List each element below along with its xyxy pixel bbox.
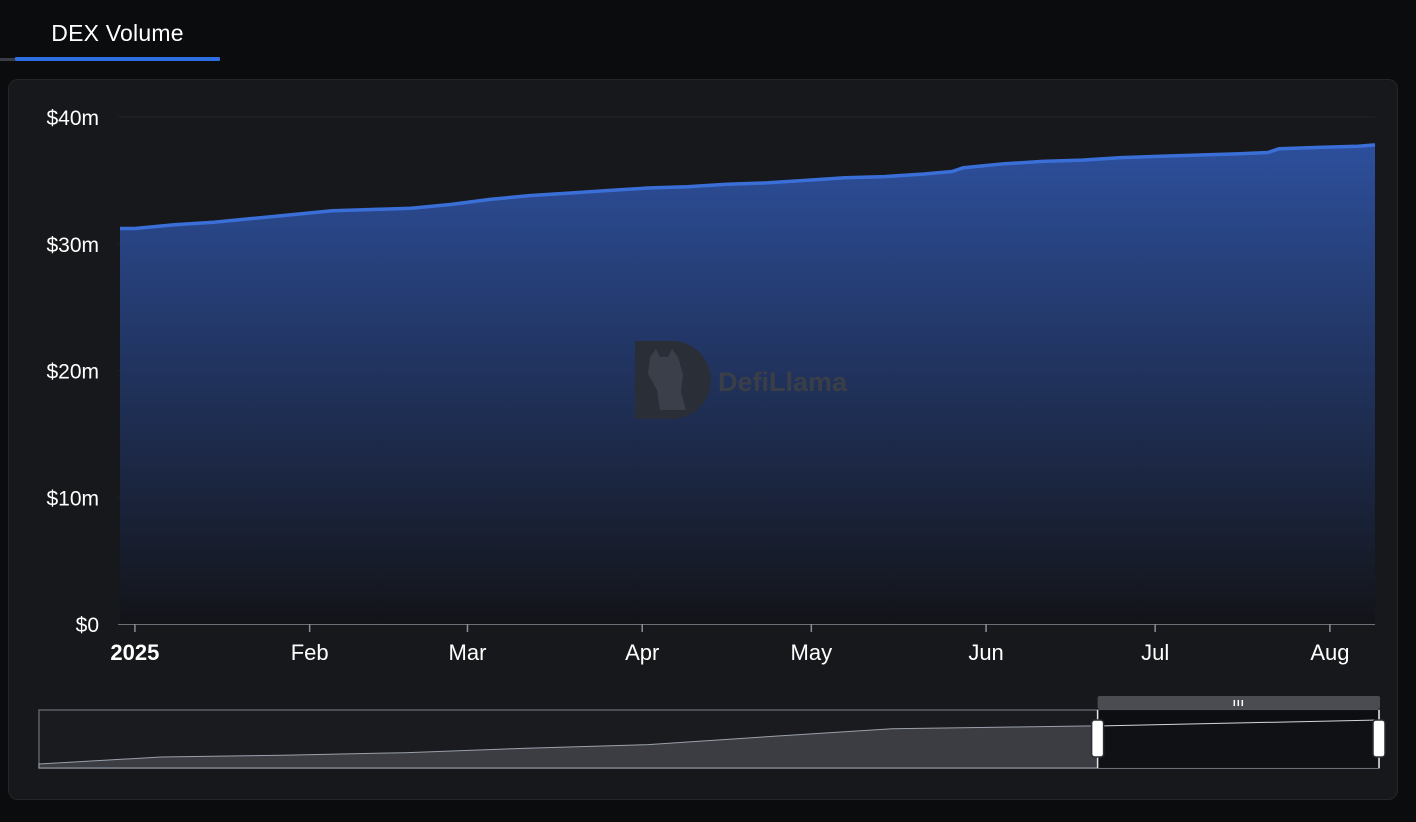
x-tick-label: 2025 [110, 640, 159, 665]
slider-handle-right[interactable] [1372, 719, 1386, 758]
x-tick-label: Apr [625, 640, 659, 665]
y-tick-label: $40m [46, 107, 99, 130]
watermark-text: DefiLlama [718, 367, 848, 397]
slider-handle-left[interactable] [1090, 719, 1105, 758]
y-tick-label: $10m [46, 487, 99, 510]
x-tick-label: May [791, 640, 833, 665]
zoom-slider[interactable] [38, 696, 1386, 769]
dex-volume-chart: DefiLlama $0 $10m $20m $30m $40m 2025 Feb Mar Ap… [38, 107, 1386, 769]
y-tick-label: $30m [46, 234, 99, 257]
x-tick-label: Mar [449, 640, 487, 665]
x-tick-label: Aug [1310, 640, 1349, 665]
x-tick-label: Jul [1141, 640, 1169, 665]
y-tick-label: $0 [76, 614, 99, 637]
slider-selection-window[interactable] [1097, 710, 1379, 768]
x-tick-label: Feb [291, 640, 329, 665]
x-tick-label: Jun [968, 640, 1003, 665]
y-tick-label: $20m [46, 361, 99, 384]
